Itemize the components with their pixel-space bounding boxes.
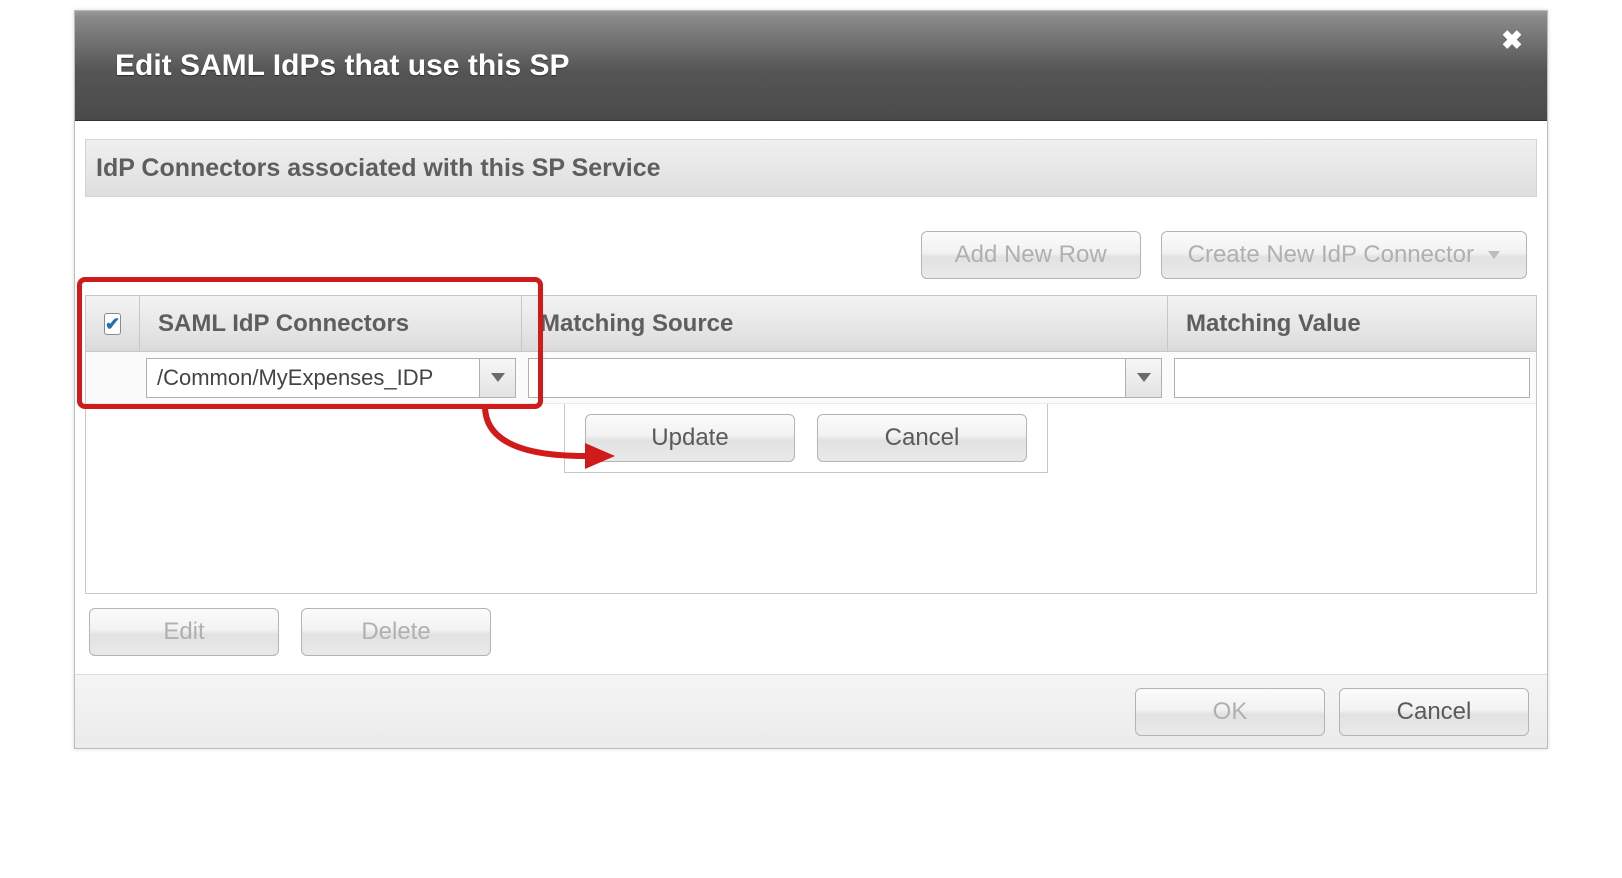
- table-spacer: [86, 473, 1536, 593]
- top-button-row: Add New Row Create New IdP Connector: [85, 209, 1537, 295]
- add-new-row-button[interactable]: Add New Row: [921, 231, 1141, 279]
- connector-select-value: /Common/MyExpenses_IDP: [147, 359, 479, 397]
- create-new-idp-connector-button[interactable]: Create New IdP Connector: [1161, 231, 1527, 279]
- edit-button[interactable]: Edit: [89, 608, 279, 656]
- dialog-header: Edit SAML IdPs that use this SP ✖: [75, 11, 1547, 121]
- select-all-checkbox[interactable]: ✔: [104, 313, 121, 335]
- dialog-body: IdP Connectors associated with this SP S…: [75, 121, 1547, 674]
- row-cancel-button[interactable]: Cancel: [817, 414, 1027, 462]
- dialog: Edit SAML IdPs that use this SP ✖ IdP Co…: [74, 10, 1548, 749]
- row-checkbox-cell: [86, 352, 140, 403]
- row-action-panel: Update Cancel: [564, 404, 1048, 473]
- dropdown-caret-icon: [1488, 251, 1500, 259]
- idp-connectors-table: ✔ SAML IdP Connectors Matching Source Ma…: [85, 295, 1537, 594]
- row-cancel-label: Cancel: [885, 424, 960, 452]
- dialog-title: Edit SAML IdPs that use this SP: [115, 49, 570, 83]
- list-action-row: Edit Delete: [85, 594, 1537, 674]
- connector-select-drop[interactable]: [479, 359, 515, 397]
- header-checkbox-cell: ✔: [86, 296, 140, 351]
- update-label: Update: [651, 424, 728, 452]
- matching-source-select[interactable]: [528, 358, 1162, 398]
- dialog-cancel-button[interactable]: Cancel: [1339, 688, 1529, 736]
- update-button[interactable]: Update: [585, 414, 795, 462]
- cell-matching-source: [522, 352, 1168, 403]
- panel-title: IdP Connectors associated with this SP S…: [85, 139, 1537, 197]
- table-header-row: ✔ SAML IdP Connectors Matching Source Ma…: [86, 296, 1536, 352]
- add-new-row-label: Add New Row: [955, 241, 1107, 269]
- cell-matching-value: [1168, 352, 1536, 403]
- chevron-down-icon: [491, 373, 505, 382]
- panel: IdP Connectors associated with this SP S…: [85, 139, 1537, 197]
- header-matching-value: Matching Value: [1168, 296, 1536, 351]
- table-row: /Common/MyExpenses_IDP: [86, 352, 1536, 404]
- header-matching-source: Matching Source: [522, 296, 1168, 351]
- matching-source-drop[interactable]: [1125, 359, 1161, 397]
- edit-label: Edit: [163, 618, 204, 646]
- matching-value-input[interactable]: [1174, 358, 1530, 398]
- cell-connector: /Common/MyExpenses_IDP: [140, 352, 522, 403]
- delete-button[interactable]: Delete: [301, 608, 491, 656]
- ok-button[interactable]: OK: [1135, 688, 1325, 736]
- ok-label: OK: [1213, 698, 1248, 726]
- create-new-idp-label: Create New IdP Connector: [1188, 241, 1474, 269]
- delete-label: Delete: [361, 618, 430, 646]
- chevron-down-icon: [1137, 373, 1151, 382]
- matching-source-value: [529, 359, 1125, 397]
- header-connectors: SAML IdP Connectors: [140, 296, 522, 351]
- saml-idp-connector-select[interactable]: /Common/MyExpenses_IDP: [146, 358, 516, 398]
- dialog-cancel-label: Cancel: [1397, 698, 1472, 726]
- close-icon[interactable]: ✖: [1497, 25, 1527, 55]
- dialog-footer: OK Cancel: [75, 674, 1547, 748]
